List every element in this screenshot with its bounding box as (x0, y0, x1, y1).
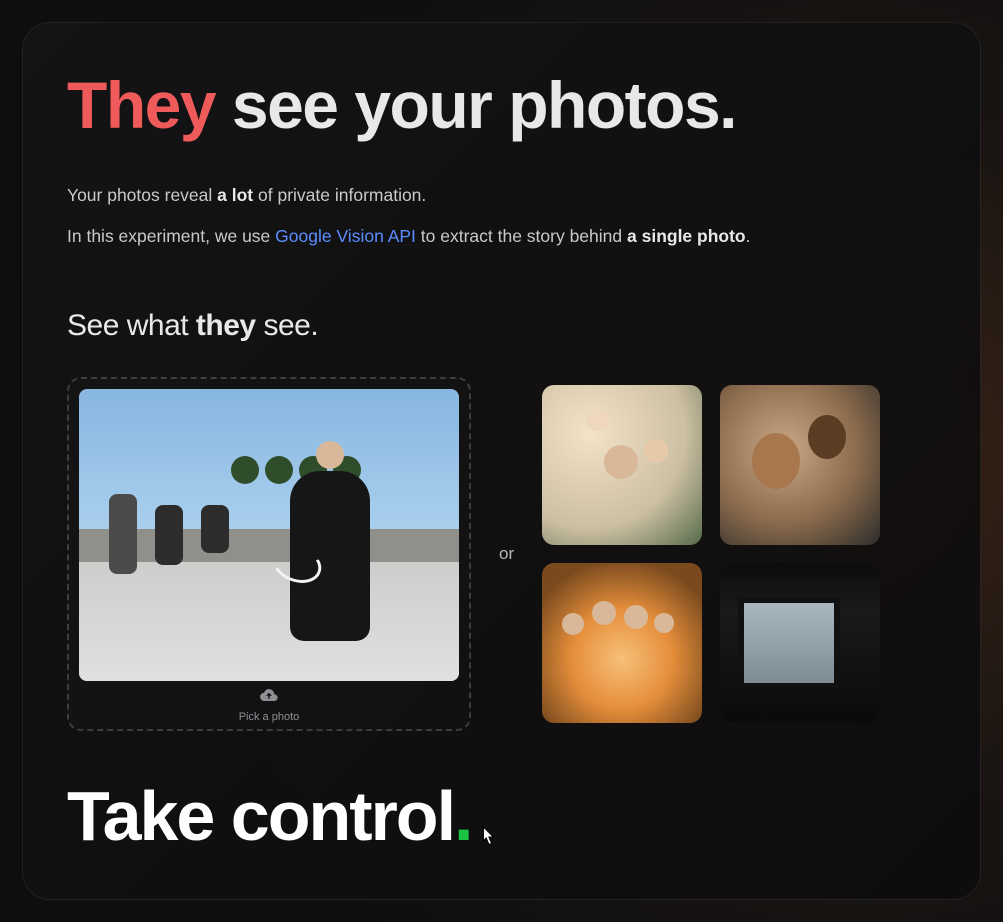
sample-thumb-4[interactable] (720, 563, 880, 723)
sample-thumb-1[interactable] (542, 385, 702, 545)
google-vision-link[interactable]: Google Vision API (275, 226, 416, 246)
sample-thumbnails (542, 385, 880, 723)
or-divider: or (499, 544, 514, 564)
cloud-upload-icon (69, 688, 469, 707)
main-card: They see your photos. Your photos reveal… (22, 22, 981, 900)
dropzone-preview-image (79, 389, 459, 681)
bottom-title: Take control. (67, 781, 471, 851)
hero-title-rest: see your photos. (215, 68, 736, 142)
photo-dropzone[interactable]: Pick a photo (67, 377, 471, 731)
sample-thumb-2[interactable] (720, 385, 880, 545)
pointer-cursor-icon (477, 825, 499, 851)
hero-sub-2: In this experiment, we use Google Vision… (67, 223, 936, 250)
upload-label: Pick a photo (69, 711, 469, 723)
picker-row: Pick a photo or (67, 377, 936, 731)
hero-title: They see your photos. (67, 71, 936, 140)
hero-sub-1: Your photos reveal a lot of private info… (67, 182, 936, 209)
section-title: See what they see. (67, 309, 936, 343)
upload-footer: Pick a photo (69, 688, 469, 723)
sample-thumb-3[interactable] (542, 563, 702, 723)
hero-title-red: They (67, 68, 215, 142)
